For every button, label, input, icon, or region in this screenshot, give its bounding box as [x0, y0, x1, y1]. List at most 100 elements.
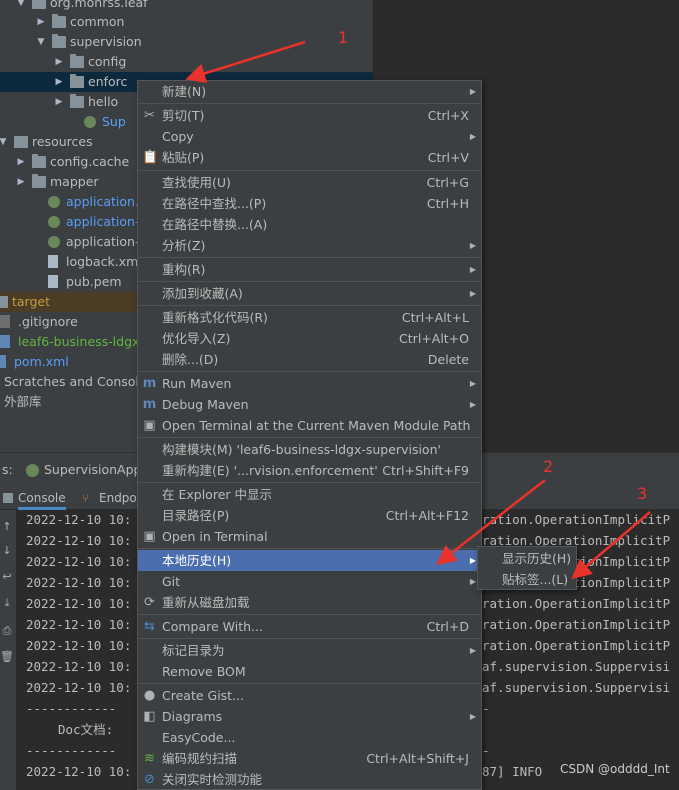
menu-item-label: 优化导入(Z) — [162, 331, 231, 346]
tree-item[interactable]: ▶ common — [0, 12, 373, 32]
menu-item[interactable]: 删除...(D) Delete — [138, 349, 481, 370]
collapse-arrow-icon[interactable]: ▶ — [36, 12, 46, 32]
collapse-arrow-icon[interactable]: ▶ — [54, 72, 64, 92]
folder-icon — [70, 54, 84, 68]
console-icon — [3, 493, 13, 503]
menu-item[interactable]: ▣ Open in Terminal — [138, 526, 481, 547]
tree-item[interactable]: ▼ supervision — [0, 32, 373, 52]
reload-icon: ⟳ — [144, 595, 155, 610]
menu-item[interactable]: 重构(R) ▶ — [138, 259, 481, 280]
tree-item[interactable]: ▶ config — [0, 52, 373, 72]
menu-item-shortcut: Ctrl+X — [427, 108, 469, 123]
submenu-item-show-history[interactable]: 显示历史(H) — [478, 548, 576, 569]
scroll-to-end-icon[interactable]: ⤓ — [0, 596, 14, 610]
expand-arrow-icon[interactable]: ▼ — [0, 132, 8, 152]
log-text: ration.OperationImplicitP — [482, 617, 671, 632]
menu-item[interactable]: 添加到收藏(A) ▶ — [138, 283, 481, 304]
tab-console[interactable]: Console — [18, 486, 66, 510]
folder-icon — [0, 296, 8, 308]
menu-item[interactable]: 优化导入(Z) Ctrl+Alt+O — [138, 328, 481, 349]
tree-item-label: 外部库 — [4, 394, 42, 409]
scroll-up-icon[interactable]: ↑ — [0, 520, 14, 534]
menu-separator — [138, 548, 481, 549]
file-icon — [48, 275, 58, 288]
file-icon — [0, 355, 6, 368]
collapse-arrow-icon[interactable]: ▶ — [16, 172, 26, 192]
menu-item[interactable]: ⇆ Compare With... Ctrl+D — [138, 616, 481, 637]
menu-item[interactable]: ✂ 剪切(T) Ctrl+X — [138, 105, 481, 126]
submenu-arrow-icon: ▶ — [469, 132, 476, 141]
trash-icon[interactable]: 🗑 — [0, 650, 14, 664]
menu-item[interactable]: 分析(Z) ▶ — [138, 235, 481, 256]
submenu-item-put-label[interactable]: 贴标签...(L) — [478, 569, 576, 590]
tab-endpoints[interactable]: Endpoi — [99, 486, 140, 510]
log-timestamp: 2022-12-10 10: — [26, 554, 132, 569]
menu-item[interactable]: 新建(N) ▶ — [138, 81, 481, 102]
menu-item[interactable]: ⟳ 重新从磁盘加载 — [138, 592, 481, 613]
print-icon[interactable]: ⎙ — [0, 624, 14, 638]
log-timestamp: 2022-12-10 10: — [26, 680, 132, 695]
tree-item-label: pub.pem — [66, 274, 122, 289]
code-scan-icon: ≋ — [144, 751, 155, 766]
tree-item-label: .gitignore — [18, 314, 78, 329]
expand-arrow-icon[interactable]: ▼ — [36, 32, 46, 52]
tree-item-label: pom.xml — [14, 354, 69, 369]
menu-item[interactable]: Copy ▶ — [138, 126, 481, 147]
menu-item-label: 编码规约扫描 — [162, 751, 238, 766]
menu-item[interactable]: ▣ Open Terminal at the Current Maven Modu… — [138, 415, 481, 436]
menu-item[interactable]: m Run Maven ▶ — [138, 373, 481, 394]
log-divider: ------------ — [26, 701, 117, 716]
menu-item-label: 目录路径(P) — [162, 508, 230, 523]
submenu-arrow-icon: ▶ — [469, 400, 476, 409]
menu-item[interactable]: 重新构建(E) '...rvision.enforcement' Ctrl+Shi… — [138, 460, 481, 481]
menu-item[interactable]: 在路径中替换...(A) — [138, 214, 481, 235]
menu-item[interactable]: 重新格式化代码(R) Ctrl+Alt+L — [138, 307, 481, 328]
menu-item-label: Open Terminal at the Current Maven Modul… — [162, 418, 471, 433]
menu-item[interactable]: ⊘ 关闭实时检测功能 — [138, 769, 481, 790]
menu-item[interactable]: ◧ Diagrams ▶ — [138, 706, 481, 727]
menu-item-label: 本地历史(H) — [162, 553, 232, 568]
menu-item[interactable]: 构建模块(M) 'leaf6-business-ldgx-supervision… — [138, 439, 481, 460]
menu-item-label: Git — [162, 574, 181, 589]
annotation-number-2: 2 — [543, 457, 554, 476]
tree-item-label: target — [12, 294, 51, 309]
menu-item[interactable]: EasyCode... — [138, 727, 481, 748]
collapse-arrow-icon[interactable]: ▶ — [16, 152, 26, 172]
collapse-arrow-icon[interactable]: ▶ — [54, 52, 64, 72]
menu-separator — [138, 170, 481, 171]
menu-item-shortcut: Ctrl+V — [427, 150, 469, 165]
menu-item[interactable]: Remove BOM — [138, 661, 481, 682]
log-timestamp: 2022-12-10 10: — [26, 638, 132, 653]
tree-item-label: supervision — [70, 34, 142, 49]
run-config-tab[interactable]: SupervisionApp — [44, 462, 141, 477]
menu-item[interactable]: 在 Explorer 中显示 — [138, 484, 481, 505]
menu-item[interactable]: Git ▶ — [138, 571, 481, 592]
menu-item[interactable]: 在路径中查找...(P) Ctrl+H — [138, 193, 481, 214]
menu-separator — [138, 305, 481, 306]
tree-item-label: Sup — [102, 114, 126, 129]
menu-item[interactable]: ● Create Gist... — [138, 685, 481, 706]
menu-item[interactable]: 📋 粘贴(P) Ctrl+V — [138, 147, 481, 168]
local-history-submenu: 显示历史(H) 贴标签...(L) — [477, 546, 577, 590]
log-divider: - — [482, 701, 490, 716]
menu-item[interactable]: m Debug Maven ▶ — [138, 394, 481, 415]
file-icon — [48, 196, 60, 208]
menu-item[interactable]: ≋ 编码规约扫描 Ctrl+Alt+Shift+J — [138, 748, 481, 769]
submenu-arrow-icon: ▶ — [469, 289, 476, 298]
log-divider: - — [482, 743, 490, 758]
menu-item[interactable]: 本地历史(H) ▶ — [138, 550, 481, 571]
menu-item-label: EasyCode... — [162, 730, 236, 745]
soft-wrap-icon[interactable]: ↩ — [0, 570, 14, 584]
menu-item[interactable]: 目录路径(P) Ctrl+Alt+F12 — [138, 505, 481, 526]
menu-item-label: 重新格式化代码(R) — [162, 310, 268, 325]
menu-item[interactable]: 查找使用(U) Ctrl+G — [138, 172, 481, 193]
log-text: 87] INFO — [482, 764, 543, 779]
endpoints-icon: ⑂ — [82, 492, 89, 505]
collapse-arrow-icon[interactable]: ▶ — [54, 92, 64, 112]
scroll-down-icon[interactable]: ↓ — [0, 544, 14, 558]
menu-item[interactable]: 标记目录为 ▶ — [138, 640, 481, 661]
submenu-arrow-icon: ▶ — [469, 379, 476, 388]
submenu-arrow-icon: ▶ — [469, 265, 476, 274]
terminal-icon: ▣ — [143, 418, 156, 433]
menu-item-label: Compare With... — [162, 619, 263, 634]
